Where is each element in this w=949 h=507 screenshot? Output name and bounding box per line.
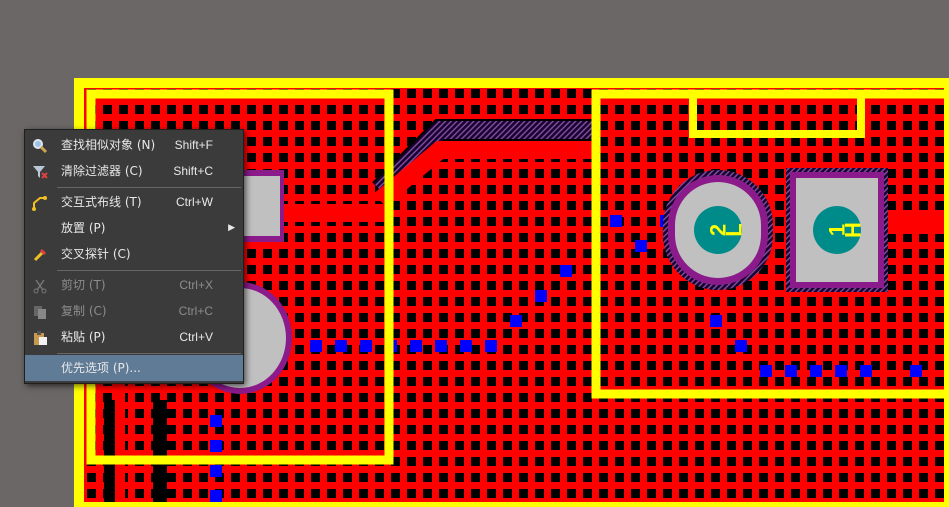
menu-label: 复制 (C) (61, 304, 107, 318)
cross-probe-icon (32, 246, 48, 262)
find-similar-icon (32, 137, 48, 154)
menu-separator (57, 270, 241, 271)
menu-label: 剪切 (T) (61, 278, 106, 292)
menu-label: 清除过滤器 (C) (61, 164, 143, 178)
menu-separator (57, 187, 241, 188)
menu-item-cross-probe[interactable]: 交叉探针 (C) (25, 241, 243, 267)
menu-shortcut: Ctrl+W (176, 195, 213, 209)
clear-filter-icon (32, 163, 48, 179)
copy-icon (32, 303, 48, 319)
pad-left-upper (242, 176, 280, 236)
menu-item-preferences[interactable]: 优先选项 (P)... (25, 355, 243, 381)
menu-shortcut: Shift+F (174, 138, 213, 152)
menu-item-clear-filter[interactable]: 清除过滤器 (C) Shift+C (25, 158, 243, 184)
interactive-routing-icon (32, 194, 48, 211)
menu-separator (57, 353, 241, 354)
menu-item-cut[interactable]: 剪切 (T) Ctrl+X (25, 272, 243, 298)
menu-label: 查找相似对象 (N) (61, 138, 156, 152)
menu-label: 交叉探针 (C) (61, 247, 131, 261)
menu-label: 交互式布线 (T) (61, 195, 142, 209)
paste-icon (32, 329, 48, 345)
menu-item-interactive-routing[interactable]: 交互式布线 (T) Ctrl+W (25, 189, 243, 215)
menu-shortcut: Ctrl+V (179, 330, 213, 344)
menu-shortcut: Ctrl+C (178, 304, 213, 318)
menu-item-paste[interactable]: 粘贴 (P) Ctrl+V (25, 324, 243, 350)
menu-shortcut: Shift+C (173, 164, 213, 178)
pad-net-label: H (841, 222, 866, 238)
pad-net-label: L (722, 223, 747, 236)
menu-label: 优先选项 (P)... (61, 361, 141, 375)
menu-item-find-similar[interactable]: 查找相似对象 (N) Shift+F (25, 132, 243, 158)
menu-item-place[interactable]: 放置 (P) ▶ (25, 215, 243, 241)
cut-icon (32, 277, 48, 294)
menu-shortcut: Ctrl+X (179, 278, 213, 292)
menu-item-copy[interactable]: 复制 (C) Ctrl+C (25, 298, 243, 324)
menu-label: 放置 (P) (61, 221, 106, 235)
menu-label: 粘贴 (P) (61, 330, 106, 344)
context-menu: 查找相似对象 (N) Shift+F 清除过滤器 (C) Shift+C 交互式… (24, 129, 244, 384)
submenu-arrow-icon: ▶ (228, 223, 235, 233)
